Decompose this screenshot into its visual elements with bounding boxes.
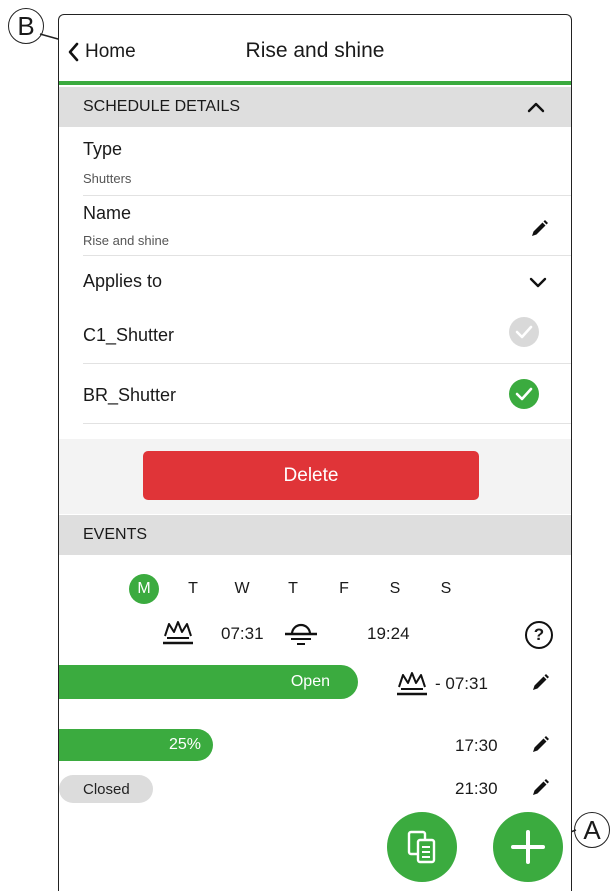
day-tuesday[interactable]: T <box>178 574 208 604</box>
name-value: Rise and shine <box>83 233 169 248</box>
copy-schedule-button[interactable] <box>387 812 457 882</box>
device-checked-icon[interactable] <box>509 379 539 409</box>
device-name: BR_Shutter <box>83 385 177 405</box>
sunset-icon <box>285 623 317 645</box>
sunrise-time: 07:31 <box>221 624 264 643</box>
type-value: Shutters <box>83 171 132 186</box>
day-monday[interactable]: M <box>129 574 159 604</box>
event-label: 25% <box>168 736 201 753</box>
events-header: EVENTS <box>59 515 571 555</box>
page-title: Rise and shine <box>245 39 385 62</box>
help-label: ? <box>533 625 545 644</box>
divider <box>83 255 571 256</box>
schedule-details-label: SCHEDULE DETAILS <box>83 98 241 115</box>
copy-icon <box>407 830 436 864</box>
event-time: - 07:31 <box>435 674 488 693</box>
event-time: 21:30 <box>455 779 498 798</box>
edit-event-pencil-icon[interactable] <box>530 735 550 755</box>
type-label: Type <box>83 139 123 159</box>
callout-a: A <box>574 812 610 848</box>
day-thursday[interactable]: T <box>278 574 308 604</box>
event-level-bar[interactable]: Open <box>59 665 358 699</box>
day-friday[interactable]: F <box>329 574 359 604</box>
sunset-time: 19:24 <box>367 624 410 643</box>
divider <box>83 423 571 424</box>
chevron-up-icon <box>527 102 545 113</box>
name-label: Name <box>83 203 132 223</box>
day-wednesday[interactable]: W <box>227 574 257 604</box>
header-accent-line <box>59 81 571 85</box>
delete-button[interactable]: Delete <box>143 451 479 500</box>
applies-to-label: Applies to <box>83 271 163 291</box>
sunrise-icon <box>397 672 427 696</box>
edit-event-pencil-icon[interactable] <box>530 778 550 798</box>
help-button[interactable]: ? <box>525 621 553 649</box>
events-label: EVENTS <box>83 526 148 543</box>
schedule-details-header[interactable]: SCHEDULE DETAILS <box>59 87 571 127</box>
device-name: C1_Shutter <box>83 325 175 345</box>
event-level-bar[interactable]: 25% <box>59 729 213 761</box>
chevron-down-icon[interactable] <box>529 277 547 289</box>
edit-name-pencil-icon[interactable] <box>529 219 549 239</box>
event-label: Closed <box>83 780 130 798</box>
event-label: Open <box>290 673 330 690</box>
divider <box>83 195 571 196</box>
event-level-bar[interactable]: Closed <box>59 775 153 803</box>
sunrise-icon <box>163 621 193 645</box>
day-saturday[interactable]: S <box>380 574 410 604</box>
event-time: 17:30 <box>455 736 498 755</box>
edit-event-pencil-icon[interactable] <box>530 673 550 693</box>
device-unchecked-icon[interactable] <box>509 317 539 347</box>
divider <box>83 363 571 364</box>
phone-screen: Home Rise and shine SCHEDULE DETAILS Typ… <box>58 14 572 891</box>
add-event-button[interactable] <box>493 812 563 882</box>
day-sunday[interactable]: S <box>431 574 461 604</box>
plus-icon <box>511 830 545 864</box>
